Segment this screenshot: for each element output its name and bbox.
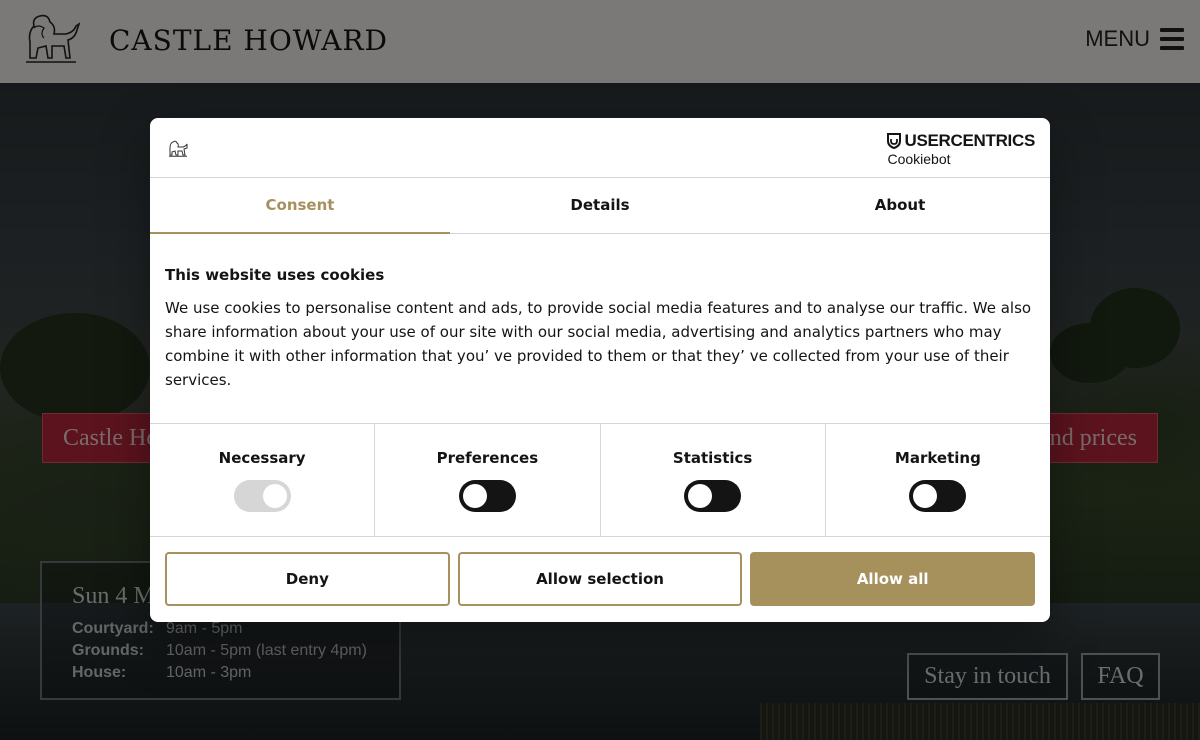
consent-categories: Necessary Preferences Statistics Marketi… — [150, 423, 1050, 537]
category-statistics: Statistics — [601, 424, 826, 536]
deny-button[interactable]: Deny — [165, 552, 450, 606]
necessary-toggle — [233, 480, 291, 512]
tab-consent[interactable]: Consent — [150, 178, 450, 234]
dialog-description: We use cookies to personalise content an… — [165, 299, 1032, 389]
tab-about[interactable]: About — [750, 178, 1050, 233]
category-label: Necessary — [218, 449, 306, 467]
dialog-actions: Deny Allow selection Allow all — [150, 537, 1050, 606]
dialog-heading: This website uses cookies — [165, 266, 385, 284]
allow-selection-button[interactable]: Allow selection — [457, 552, 743, 606]
vendor-product: Cookiebot — [887, 151, 951, 167]
cookie-consent-dialog: USERCENTRICS Cookiebot Consent Details A… — [150, 118, 1050, 622]
dialog-tabs: Consent Details About — [150, 178, 1050, 234]
category-necessary: Necessary — [150, 424, 376, 536]
usercentrics-cookiebot-logo[interactable]: USERCENTRICS Cookiebot — [887, 131, 1035, 167]
preferences-toggle[interactable] — [458, 480, 516, 512]
category-label: Statistics — [672, 449, 753, 467]
category-label: Preferences — [436, 449, 539, 467]
lion-logo-icon — [169, 140, 188, 157]
allow-all-button[interactable]: Allow all — [750, 552, 1036, 606]
dialog-body: This website uses cookies We use cookies… — [150, 234, 1050, 423]
vendor-name: USERCENTRICS — [904, 131, 1035, 150]
category-label: Marketing — [894, 449, 981, 467]
shield-icon — [887, 133, 902, 149]
category-marketing: Marketing — [826, 424, 1050, 536]
category-preferences: Preferences — [375, 424, 601, 536]
statistics-toggle[interactable] — [684, 480, 742, 512]
tab-details[interactable]: Details — [450, 178, 750, 233]
marketing-toggle[interactable] — [909, 480, 967, 512]
dialog-header: USERCENTRICS Cookiebot — [150, 118, 1050, 178]
